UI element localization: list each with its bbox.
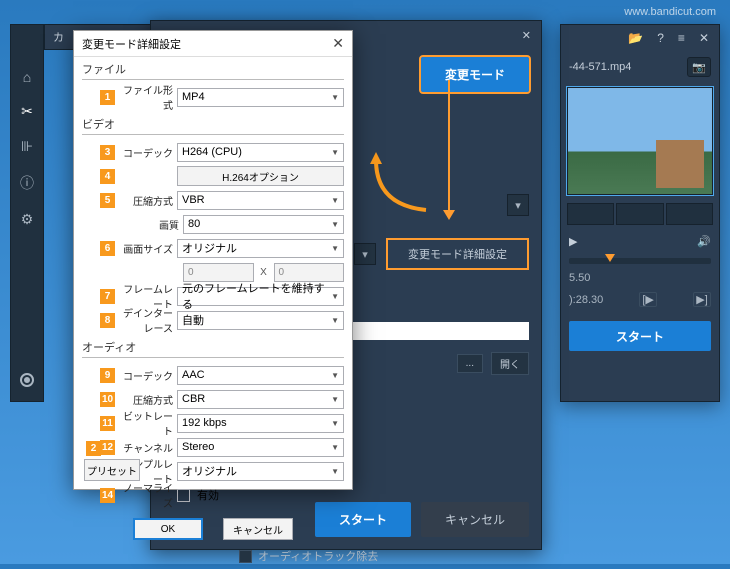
mark-out-button[interactable]: ▶] xyxy=(693,292,711,307)
size-label: 画面サイズ xyxy=(121,241,177,256)
browse-dots-button[interactable]: ... xyxy=(457,354,483,373)
quality-select[interactable]: 80▼ xyxy=(183,215,344,234)
preset-button[interactable]: プリセット xyxy=(84,459,140,481)
num-6: 6 xyxy=(100,241,115,256)
cancel-button[interactable]: キャンセル xyxy=(421,502,529,537)
seek-bar[interactable] xyxy=(569,258,711,264)
h264-options-button[interactable]: H.264オプション xyxy=(177,166,344,186)
sample-select[interactable]: オリジナル▼ xyxy=(177,462,344,481)
bitrate-label: ビットレート xyxy=(121,408,177,438)
split-icon[interactable]: ⊪ xyxy=(21,138,33,155)
num-14: 14 xyxy=(100,488,115,503)
x-label: X xyxy=(257,267,271,278)
play-button[interactable]: ▶ xyxy=(569,235,577,248)
acomp-select[interactable]: CBR▼ xyxy=(177,390,344,409)
home-icon[interactable]: ⌂ xyxy=(23,69,31,85)
ok-button[interactable]: OK xyxy=(133,518,203,540)
height-spinner[interactable]: 0 xyxy=(274,263,345,282)
deint-select[interactable]: 自動▼ xyxy=(177,311,344,330)
num-11: 11 xyxy=(100,416,115,431)
num-9: 9 xyxy=(100,368,115,383)
remove-audio-checkbox[interactable] xyxy=(239,550,252,563)
open-button[interactable]: 開く xyxy=(491,352,529,375)
screenshot-button[interactable]: 📷 xyxy=(687,57,711,77)
time-total: 5.50 xyxy=(569,272,590,284)
bitrate-select[interactable]: 192 kbps▼ xyxy=(177,414,344,433)
marker-icon[interactable] xyxy=(605,254,615,262)
num-7: 7 xyxy=(100,289,115,304)
cut-icon[interactable]: ✂ xyxy=(21,103,33,120)
num-8: 8 xyxy=(100,313,115,328)
channel-select[interactable]: Stereo▼ xyxy=(177,438,344,457)
remove-audio-label: オーディオトラック除去 xyxy=(258,548,378,564)
num-1: 1 xyxy=(100,90,115,105)
advanced-settings-button[interactable]: 変更モード詳細設定 xyxy=(386,238,529,270)
mark-in-button[interactable]: [▶ xyxy=(639,292,657,307)
compress-select[interactable]: VBR▼ xyxy=(177,191,344,210)
advanced-settings-dialog: 変更モード詳細設定 ✕ ファイル 1 ファイル形式 MP4▼ ビデオ 3 コーデ… xyxy=(73,30,353,490)
num-2: 2 xyxy=(86,441,101,456)
volume-icon[interactable]: 🔊 xyxy=(697,235,711,248)
fps-select[interactable]: 元のフレームレートを維持する▼ xyxy=(177,287,344,306)
quality-label: 画質 xyxy=(127,217,183,232)
vcodec-select[interactable]: H264 (CPU)▼ xyxy=(177,143,344,162)
convert-mode-button[interactable]: 変更モード xyxy=(421,57,529,92)
format-select[interactable]: MP4▼ xyxy=(177,88,344,107)
normalize-chk-label: 有効 xyxy=(197,487,219,503)
dropdown-caret-icon[interactable]: ▾ xyxy=(507,194,529,216)
dropdown-caret-icon[interactable]: ▾ xyxy=(354,243,376,265)
menu-icon[interactable]: ≡ xyxy=(678,31,685,45)
section-video: ビデオ xyxy=(82,116,344,132)
file-name: -44-571.mp4 xyxy=(569,61,631,73)
num-4: 4 xyxy=(100,169,115,184)
compress-label: 圧縮方式 xyxy=(121,193,177,208)
help-icon[interactable]: ? xyxy=(657,31,664,45)
close-icon[interactable]: ✕ xyxy=(522,29,531,42)
normalize-checkbox[interactable] xyxy=(177,489,190,502)
video-preview[interactable] xyxy=(567,87,713,195)
start-button-preview[interactable]: スタート xyxy=(569,321,711,351)
watermark: www.bandicut.com xyxy=(624,6,716,18)
num-5: 5 xyxy=(100,193,115,208)
settings-icon[interactable]: ⚙ xyxy=(21,211,34,228)
sidebar: ⌂ ✂ ⊪ ⓘ ⚙ xyxy=(10,24,44,402)
record-icon[interactable] xyxy=(20,373,34,387)
arrow-curve-annotation xyxy=(366,150,426,210)
acodec-select[interactable]: AAC▼ xyxy=(177,366,344,385)
close-icon[interactable]: ✕ xyxy=(332,35,344,52)
width-spinner[interactable]: 0 xyxy=(183,263,254,282)
thumbnail-strip[interactable] xyxy=(561,199,719,229)
cancel-button[interactable]: キャンセル xyxy=(223,518,293,540)
section-audio: オーディオ xyxy=(82,339,344,355)
dialog-title: 変更モード詳細設定 xyxy=(82,36,181,52)
num-10: 10 xyxy=(100,392,115,407)
preview-window: 📂 ? ≡ ✕ -44-571.mp4 📷 ▶ 🔊 5.50 ):28.30 [… xyxy=(560,24,720,402)
num-3: 3 xyxy=(100,145,115,160)
deint-label: デインターレース xyxy=(121,305,177,335)
time-end: ):28.30 xyxy=(569,294,603,306)
size-select[interactable]: オリジナル▼ xyxy=(177,239,344,258)
format-label: ファイル形式 xyxy=(121,82,177,112)
open-icon[interactable]: 📂 xyxy=(628,31,643,45)
arrow-annotation xyxy=(448,80,450,210)
vcodec-label: コーデック xyxy=(121,145,177,160)
acodec-label: コーデック xyxy=(121,368,177,383)
norm-label: ノーマライズ xyxy=(121,480,177,510)
info-icon[interactable]: ⓘ xyxy=(20,173,34,193)
acomp-label: 圧縮方式 xyxy=(121,392,177,407)
close-icon[interactable]: ✕ xyxy=(699,31,709,45)
section-file: ファイル xyxy=(82,61,344,77)
